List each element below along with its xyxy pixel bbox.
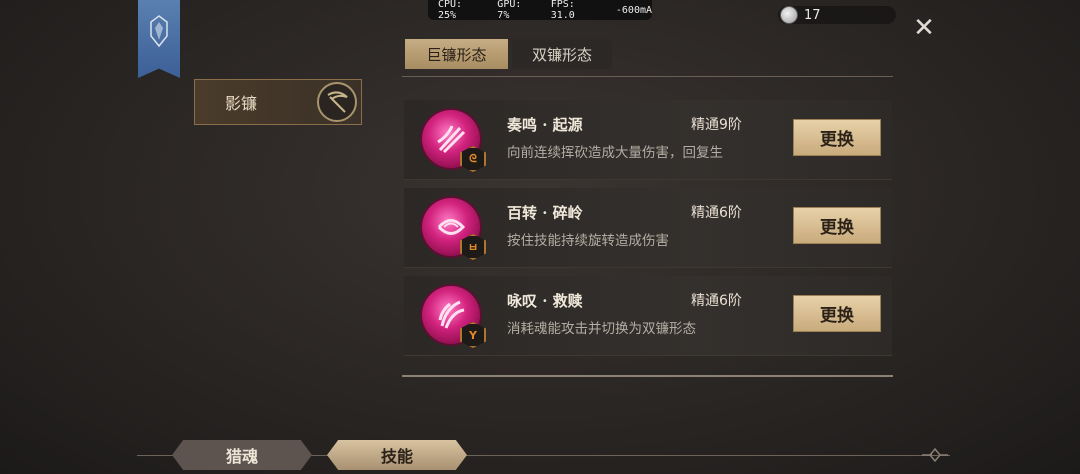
skill-row: ᘓ 奏鸣 · 起源 精通9阶 向前连续挥砍造成大量伤害，回复生 更换 [404,100,892,180]
close-icon[interactable]: ✕ [912,15,936,41]
list-divider [402,375,893,377]
skill-mastery-level: 精通6阶 [691,293,742,309]
tab-soul-hunt[interactable]: 猎魂 [172,440,312,470]
tab-divider [402,76,893,77]
weapon-label: 影镰 [225,94,258,113]
skill-description: 向前连续挥砍造成大量伤害，回复生 [507,145,723,161]
skill-description: 按住技能持续旋转造成伤害 [507,233,669,249]
currency-count: 17 [804,7,821,23]
skill-name: 咏叹 · 救赎 [507,292,583,310]
performance-overlay: CPU: 25% GPU: 7% FPS: 31.0 -600mA [428,0,653,21]
tab-skills[interactable]: 技能 [327,440,467,470]
replace-skill-button[interactable]: 更换 [793,119,881,156]
skill-row: ㅂ 百转 · 碎岭 精通6阶 按住技能持续旋转造成伤害 更换 [404,188,892,268]
skill-description: 消耗魂能攻击并切换为双镰形态 [507,321,696,337]
skill-name: 百转 · 碎岭 [507,204,583,222]
skill-name: 奏鸣 · 起源 [507,116,583,134]
currency-counter: 17 [778,6,896,24]
replace-skill-button[interactable]: 更换 [793,295,881,332]
form-tabs: 巨镰形态 双镰形态 [405,39,612,69]
cpu-readout: CPU: 25% [438,0,463,21]
silver-coin-icon [780,6,798,24]
weapon-item-shadow-scythe[interactable]: 影镰 [194,79,362,125]
replace-skill-button[interactable]: 更换 [793,207,881,244]
banner-emblem-icon [150,15,168,48]
tab-dual-scythe-form[interactable]: 双镰形态 [512,39,612,69]
fps-readout: FPS: 31.0 [550,0,575,21]
skill-mastery-level: 精通9阶 [691,117,742,133]
current-readout: -600mA [615,4,653,16]
guild-banner [138,0,180,78]
skill-mastery-level: 精通6阶 [691,205,742,221]
skill-row: Y 咏叹 · 救赎 精通6阶 消耗魂能攻击并切换为双镰形态 更换 [404,276,892,356]
ornament-icon [922,447,948,463]
scythe-icon [317,82,357,122]
tab-great-scythe-form[interactable]: 巨镰形态 [405,39,508,69]
gpu-readout: GPU: 7% [497,0,522,21]
